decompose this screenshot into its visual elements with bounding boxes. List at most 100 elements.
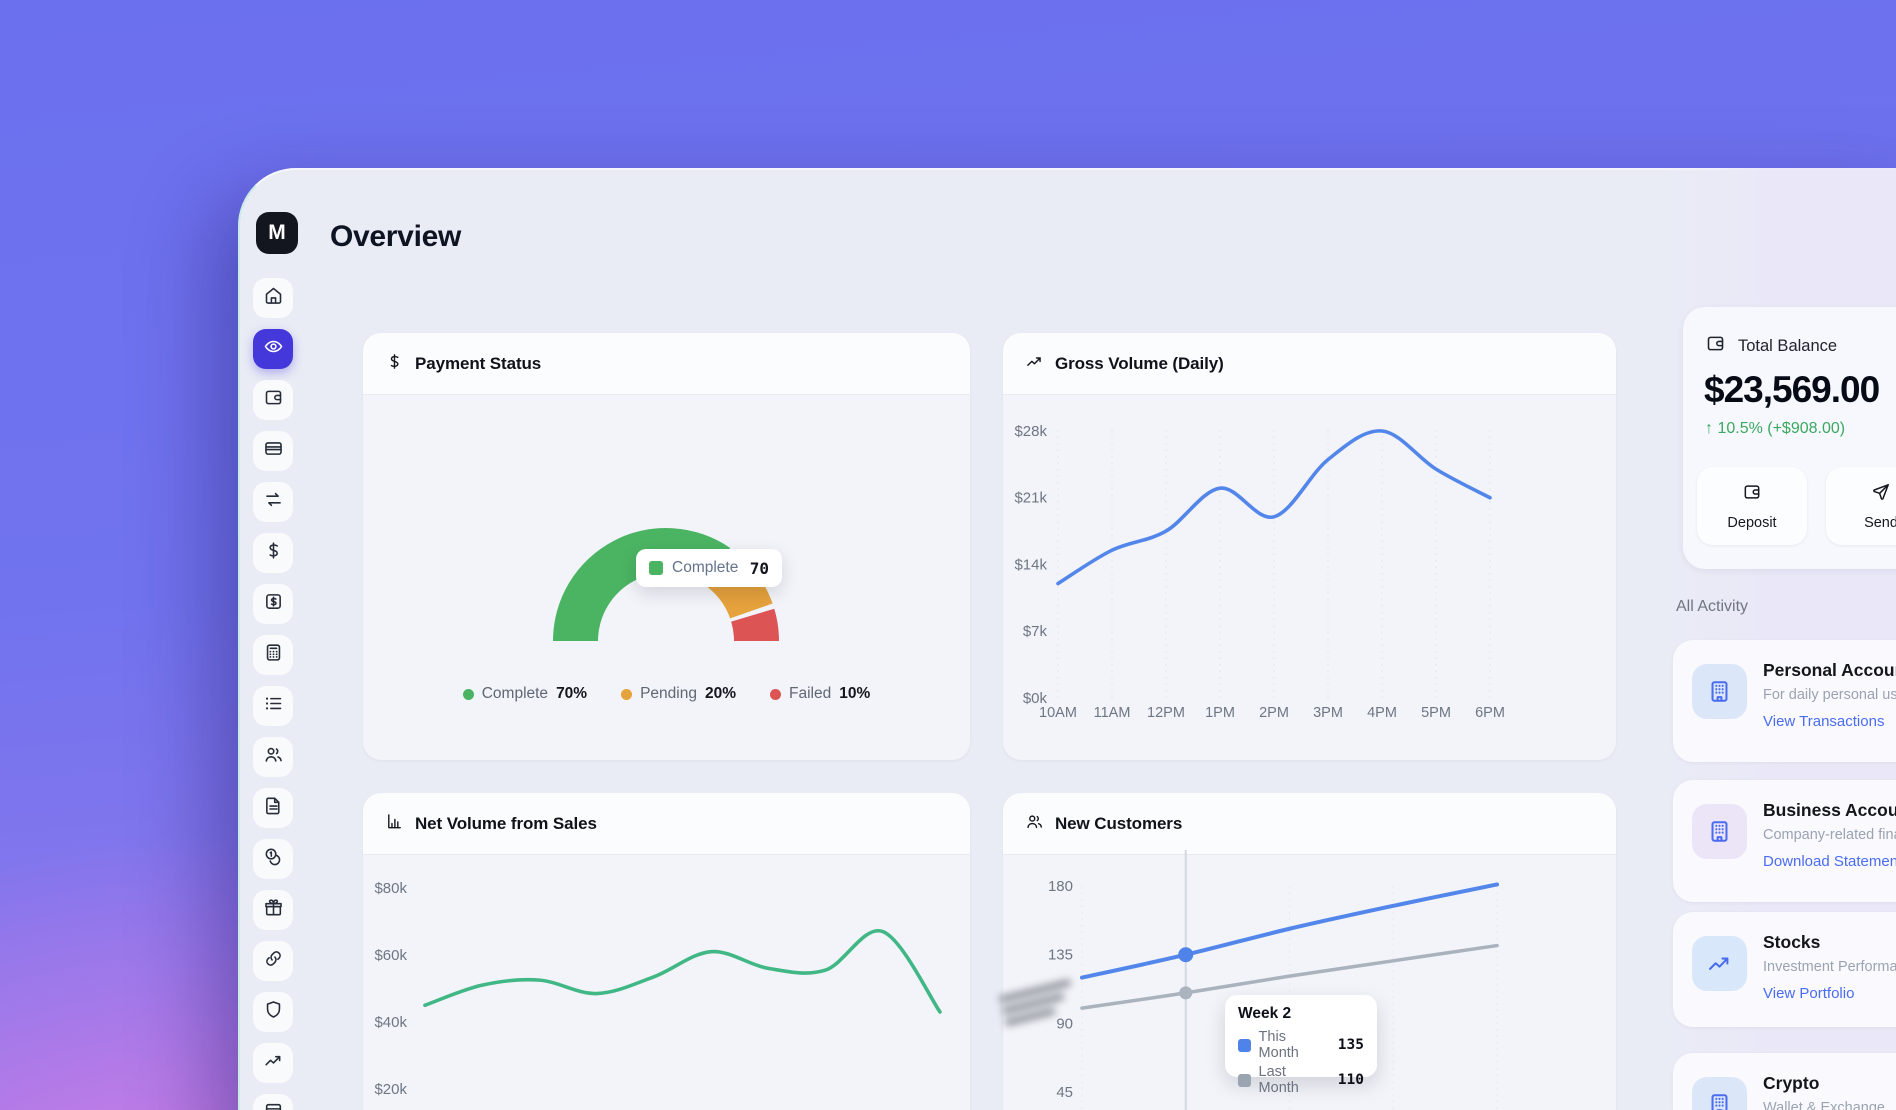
card-title: Gross Volume (Daily) [1055,354,1224,374]
svg-text:5PM: 5PM [1421,705,1451,721]
home-icon [263,285,284,311]
receipt-dollar-icon [263,591,284,617]
net-volume-card: Net Volume from Sales $80k$60k$40k$20k [363,793,970,1110]
shield-icon [263,999,284,1025]
balance-amount: $23,569.00 [1704,369,1879,411]
card-title: Payment Status [415,354,541,374]
activity-card-business-account[interactable]: Business Account Company-related finances… [1673,780,1896,902]
card-title: Net Volume from Sales [415,814,597,834]
list-icon [263,693,284,719]
svg-text:$7k: $7k [1023,623,1048,640]
svg-text:2PM: 2PM [1259,705,1289,721]
sidebar-item-receipt-dollar[interactable] [253,584,293,624]
window-icon [263,1101,284,1110]
gauge-legend: Complete70%Pending20%Failed10% [363,685,970,703]
sidebar-item-link[interactable] [253,941,293,981]
eye-icon [263,336,284,362]
sidebar-item-dollar[interactable] [253,533,293,573]
wallet-icon [263,387,284,413]
this-month-swatch [1238,1039,1251,1052]
series-label: This Month [1259,1029,1328,1061]
svg-text:180: 180 [1048,878,1073,895]
sidebar-item-transfer[interactable] [253,482,293,522]
activity-card-personal-account[interactable]: Personal AccountFor daily personal useVi… [1673,640,1896,762]
deposit-button[interactable]: Deposit [1697,467,1807,545]
total-balance-card: Total Balance $23,569.00 ↑ 10.5% (+$908.… [1683,307,1896,569]
trending-up-icon [263,1050,284,1076]
sidebar-item-gift[interactable] [253,890,293,930]
gauge-tooltip-label: Complete [672,559,738,577]
dollar-icon [385,352,404,376]
all-activity-heading: All Activity [1676,598,1748,616]
screen: M Overview Payment Status Complete 70 Co… [0,0,1896,1110]
gauge-tooltip-value: 70 [750,559,769,578]
gift-icon [263,897,284,923]
svg-text:$60k: $60k [374,947,407,964]
sidebar-item-users[interactable] [253,737,293,777]
gross-volume-line-chart: 10AM11AM12PM1PM2PM3PM4PM5PM6PM$28k$21k$1… [1003,333,1616,760]
legend-item-complete: Complete70% [463,685,587,703]
building-icon [1692,664,1747,719]
last-month-swatch [1238,1074,1251,1087]
transfer-icon [263,489,284,515]
sidebar-item-calculator[interactable] [253,635,293,675]
gauge-tooltip: Complete 70 [636,549,782,587]
activity-card-crypto[interactable]: CryptoWallet & Exchange [1673,1053,1896,1110]
series-value: 135 [1338,1037,1364,1053]
svg-text:45: 45 [1056,1084,1073,1101]
activity-title: Business Account [1763,800,1896,821]
svg-text:$40k: $40k [374,1014,407,1031]
card-title: New Customers [1055,814,1182,834]
activity-link[interactable]: Download Statements [1763,853,1896,870]
activity-title: Crypto [1763,1073,1819,1094]
tooltip-row: Last Month 110 [1238,1064,1364,1096]
sidebar-item-eye[interactable] [253,329,293,369]
sidebar-item-window[interactable] [253,1094,293,1110]
link-icon [263,948,284,974]
legend-swatch [649,561,663,575]
credit-card-icon [263,438,284,464]
week-tooltip: Week 2 This Month 135 Last Month 110 [1225,995,1377,1077]
svg-text:$0k: $0k [1023,690,1048,707]
svg-text:$28k: $28k [1014,423,1047,440]
series-value: 110 [1338,1072,1364,1088]
sidebar-item-document[interactable] [253,788,293,828]
dollar-icon [263,540,284,566]
sidebar-item-coins[interactable] [253,839,293,879]
svg-text:$14k: $14k [1014,556,1047,573]
calculator-icon [263,642,284,668]
legend-dot [463,689,474,700]
payment-status-header: Payment Status [363,333,970,395]
wallet-icon [1705,333,1726,359]
activity-subtitle: Company-related finances [1763,827,1896,843]
sidebar-item-credit-card[interactable] [253,431,293,471]
activity-link[interactable]: View Transactions [1763,713,1884,730]
legend-item-failed: Failed10% [770,685,870,703]
svg-text:10AM: 10AM [1039,705,1077,721]
app-logo[interactable]: M [256,212,298,254]
send-icon [1871,482,1891,507]
activity-title: Stocks [1763,932,1820,953]
week-tooltip-title: Week 2 [1238,1005,1364,1023]
balance-label: Total Balance [1738,337,1837,356]
activity-link[interactable]: View Portfolio [1763,985,1854,1002]
balance-header: Total Balance [1705,333,1837,359]
coins-icon [263,846,284,872]
sidebar-item-wallet[interactable] [253,380,293,420]
send-button[interactable]: Send [1826,467,1896,545]
bar-chart-icon [385,812,404,836]
sidebar-item-list[interactable] [253,686,293,726]
sidebar-item-shield[interactable] [253,992,293,1032]
sidebar-item-trending-up[interactable] [253,1043,293,1083]
svg-text:12PM: 12PM [1147,705,1185,721]
tooltip-row: This Month 135 [1238,1029,1364,1061]
document-icon [263,795,284,821]
svg-text:$21k: $21k [1014,490,1047,507]
sidebar-item-home[interactable] [253,278,293,318]
users-icon [263,744,284,770]
activity-card-stocks[interactable]: StocksInvestment PerformanceView Portfol… [1673,912,1896,1027]
page-title: Overview [330,220,461,254]
net-volume-header: Net Volume from Sales [363,793,970,855]
new-customers-card: New Customers 1801359045 Week 2 This Mon… [1003,793,1616,1110]
svg-text:135: 135 [1048,947,1073,964]
